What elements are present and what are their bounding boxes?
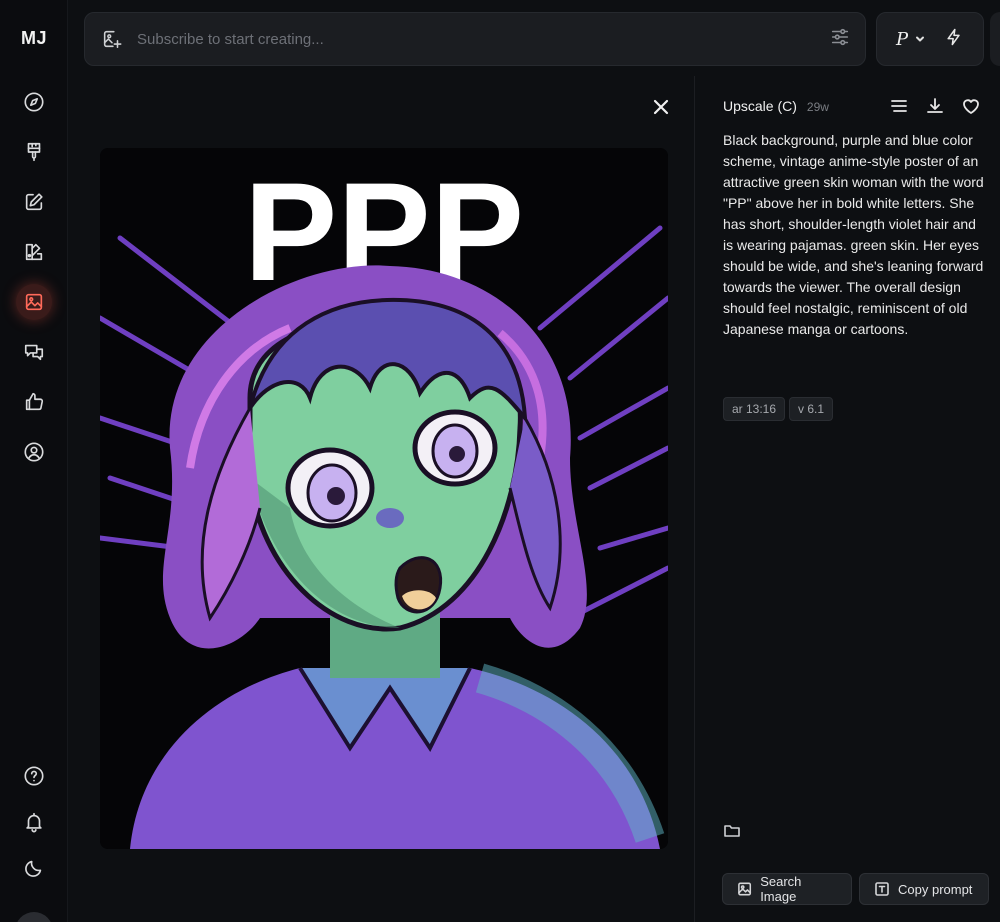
prompt-bar xyxy=(84,12,866,66)
compass-icon xyxy=(24,92,44,112)
sidebar-item-create[interactable] xyxy=(16,134,52,170)
account-button[interactable] xyxy=(15,912,53,922)
image-plus-icon xyxy=(103,30,122,49)
sliders-icon xyxy=(831,28,849,45)
copy-prompt-button[interactable]: Copy prompt xyxy=(859,873,989,905)
sidebar-item-chat[interactable] xyxy=(16,334,52,370)
thumbs-up-icon xyxy=(25,392,44,411)
download-icon xyxy=(927,98,943,113)
search-image-button[interactable]: Search Image xyxy=(722,873,852,905)
chat-bubbles-icon xyxy=(24,344,44,361)
sidebar-item-edit[interactable] xyxy=(16,184,52,220)
sidebar-item-explore[interactable] xyxy=(16,84,52,120)
personalization-dropdown[interactable]: P xyxy=(896,29,926,50)
moon-icon xyxy=(25,860,42,877)
version-tag[interactable]: v 6.1 xyxy=(789,397,834,421)
speed-toggle[interactable] xyxy=(944,27,964,52)
settings-button[interactable] xyxy=(829,26,851,53)
heart-icon xyxy=(963,99,979,114)
question-circle-icon xyxy=(24,766,44,786)
bell-icon xyxy=(26,812,42,833)
generated-image[interactable]: PPP xyxy=(100,148,668,849)
paintbrush-icon xyxy=(27,142,41,162)
options-button[interactable] xyxy=(889,96,909,116)
add-image-button[interactable] xyxy=(99,26,125,52)
theme-toggle[interactable] xyxy=(16,850,52,886)
mode-label: P xyxy=(895,28,909,50)
parameter-tags: ar 13:16 v 6.1 xyxy=(723,397,834,421)
sidebar-item-rank[interactable] xyxy=(16,384,52,420)
copy-prompt-label: Copy prompt xyxy=(898,881,973,897)
user-circle-icon xyxy=(24,442,44,462)
search-image-label: Search Image xyxy=(760,874,802,904)
folder-icon xyxy=(724,825,740,837)
pencil-square-icon xyxy=(25,193,43,211)
job-age: 29w xyxy=(806,100,829,114)
sidebar-nav xyxy=(0,84,68,470)
close-button[interactable] xyxy=(650,96,672,118)
prompt-input[interactable] xyxy=(137,30,829,48)
image-search-icon xyxy=(738,882,752,896)
sidebar: MJ xyxy=(0,0,68,922)
sidebar-item-organize[interactable] xyxy=(16,284,52,320)
panel-actions xyxy=(889,96,981,116)
notifications-button[interactable] xyxy=(16,804,52,840)
panel-buttons: Search Image Copy prompt xyxy=(722,873,989,905)
artwork-illustration: PPP xyxy=(100,148,668,849)
sidebar-item-profile[interactable] xyxy=(16,434,52,470)
download-button[interactable] xyxy=(925,96,945,116)
menu-lines-icon xyxy=(891,100,907,112)
app-logo[interactable]: MJ xyxy=(0,28,68,49)
panel-header: Upscale (C) 29w xyxy=(723,98,829,114)
sidebar-item-personalize[interactable] xyxy=(16,234,52,270)
job-type: Upscale (C) xyxy=(723,98,797,114)
bolt-icon xyxy=(947,28,960,45)
text-box-icon xyxy=(875,882,889,896)
overflow-panel-edge xyxy=(990,12,1000,66)
chevron-down-icon xyxy=(916,36,925,42)
like-button[interactable] xyxy=(961,96,981,116)
prompt-text[interactable]: Black background, purple and blue color … xyxy=(723,130,989,340)
palette-icon xyxy=(25,243,43,261)
add-to-folder-button[interactable] xyxy=(723,822,741,840)
image-icon xyxy=(25,293,43,311)
help-button[interactable] xyxy=(16,758,52,794)
details-panel: Upscale (C) 29w Black background, purple… xyxy=(695,76,1000,922)
close-icon xyxy=(653,99,669,115)
mode-controls: P xyxy=(876,12,984,66)
sidebar-bottom xyxy=(0,758,68,922)
aspect-ratio-tag[interactable]: ar 13:16 xyxy=(723,397,786,421)
